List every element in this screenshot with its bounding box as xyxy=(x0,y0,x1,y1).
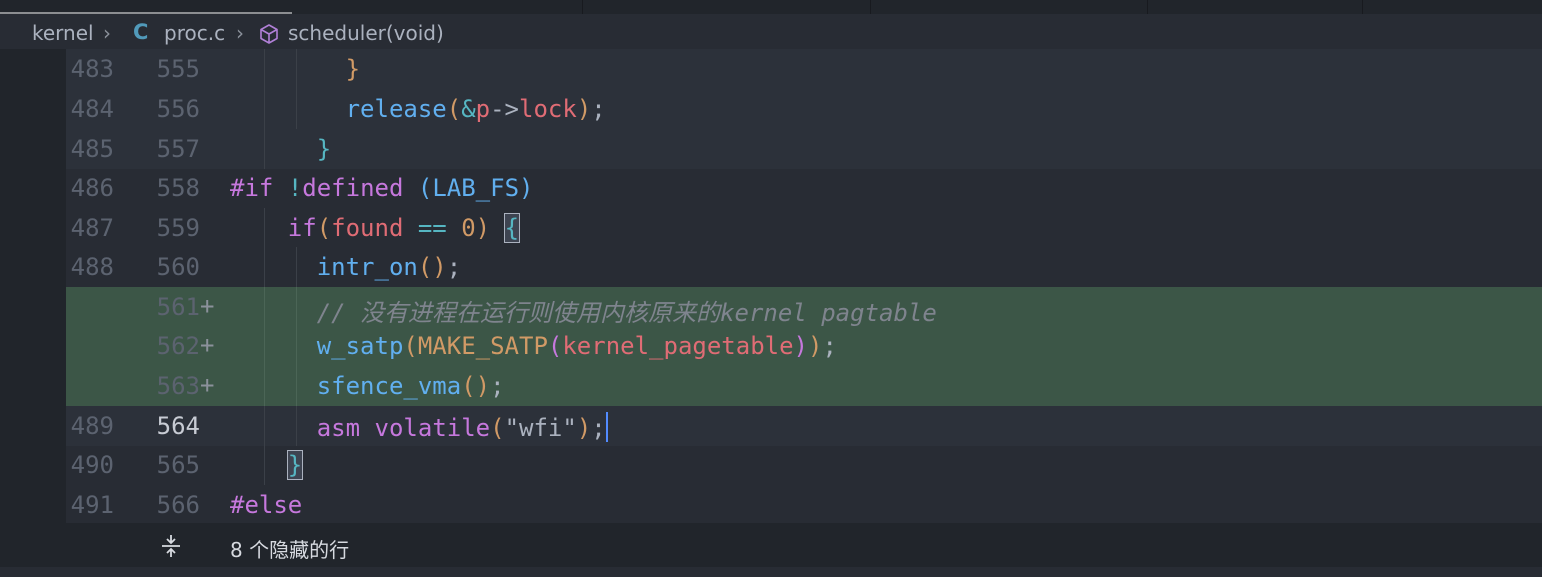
code-line: 483 555 } xyxy=(0,49,1542,89)
added-code-line: 561 + // 没有进程在运行则使用内核原来的kernel pagtable xyxy=(0,287,1542,327)
code-line: 486 558 #if !defined (LAB_FS) xyxy=(0,168,1542,208)
chevron-right-icon: › xyxy=(236,21,244,45)
tab-separator xyxy=(1362,0,1363,14)
cube-icon xyxy=(258,23,280,50)
added-marker: + xyxy=(200,371,215,399)
breadcrumb-symbol[interactable]: scheduler(void) xyxy=(288,21,444,45)
code-line: 484 556 release(&p->lock); xyxy=(0,89,1542,129)
tab-separator xyxy=(582,0,583,14)
diff-editor[interactable]: 483 555 } 484 556 release(&p->lock); 485… xyxy=(0,49,1542,525)
new-line-number: 562 xyxy=(156,332,200,360)
hidden-lines-label[interactable]: 8 个隐藏的行 xyxy=(230,534,349,563)
added-code-line: 562 + w_satp(MAKE_SATP(kernel_pagetable)… xyxy=(0,326,1542,366)
old-line-number: 488 xyxy=(70,253,114,281)
code-text: w_satp(MAKE_SATP(kernel_pagetable)); xyxy=(316,332,837,360)
tab-separator xyxy=(1147,0,1148,14)
old-line-number: 489 xyxy=(70,412,114,440)
new-line-number: 560 xyxy=(156,253,200,281)
code-line: 487 559 if(found == 0) { xyxy=(0,208,1542,248)
new-line-number: 557 xyxy=(156,135,200,163)
added-code-line: 563 + sfence_vma(); xyxy=(0,366,1542,406)
old-line-number: 483 xyxy=(70,55,114,83)
hidden-lines-bar[interactable]: 8 个隐藏的行 xyxy=(66,523,1542,567)
text-cursor xyxy=(605,412,608,442)
code-line: 491 566 #else xyxy=(0,485,1542,525)
new-line-number: 556 xyxy=(156,95,200,123)
code-text: release(&p->lock); xyxy=(345,95,606,123)
code-line: 490 565 } xyxy=(0,445,1542,485)
unfold-icon[interactable] xyxy=(158,533,184,559)
code-text: asm volatile("wfi"); xyxy=(316,412,608,442)
added-marker: + xyxy=(200,331,215,359)
code-line: 488 560 intr_on(); xyxy=(0,247,1542,287)
code-text: } xyxy=(286,450,304,480)
code-text: } xyxy=(316,135,332,163)
code-text: // 没有进程在运行则使用内核原来的kernel pagtable xyxy=(316,299,937,327)
new-line-number: 555 xyxy=(156,55,200,83)
breadcrumb-file[interactable]: proc.c xyxy=(164,21,225,45)
tab-separator xyxy=(870,0,871,14)
c-file-icon: C xyxy=(133,20,149,44)
current-code-line: 489 564 asm volatile("wfi"); xyxy=(0,406,1542,446)
old-line-number: 487 xyxy=(70,214,114,242)
old-line-number: 484 xyxy=(70,95,114,123)
new-line-number: 564 xyxy=(156,412,200,440)
code-text: sfence_vma(); xyxy=(316,372,505,400)
old-line-number: 486 xyxy=(70,174,114,202)
code-text: if(found == 0) { xyxy=(287,213,521,243)
code-text: intr_on(); xyxy=(316,253,462,281)
old-line-number: 485 xyxy=(70,135,114,163)
new-line-number: 561 xyxy=(156,293,200,321)
old-line-number: 490 xyxy=(70,451,114,479)
tab-bar xyxy=(0,0,1542,14)
breadcrumb-folder[interactable]: kernel xyxy=(32,21,94,45)
chevron-right-icon: › xyxy=(103,21,111,45)
code-text: #if !defined (LAB_FS) xyxy=(230,174,534,202)
new-line-number: 559 xyxy=(156,214,200,242)
new-line-number: 558 xyxy=(156,174,200,202)
added-marker: + xyxy=(200,292,215,320)
code-text: #else xyxy=(230,491,303,519)
code-text: } xyxy=(345,55,361,83)
new-line-number: 563 xyxy=(156,372,200,400)
old-line-number: 491 xyxy=(70,491,114,519)
new-line-number: 566 xyxy=(156,491,200,519)
new-line-number: 565 xyxy=(156,451,200,479)
code-line: 485 557 } xyxy=(0,129,1542,169)
